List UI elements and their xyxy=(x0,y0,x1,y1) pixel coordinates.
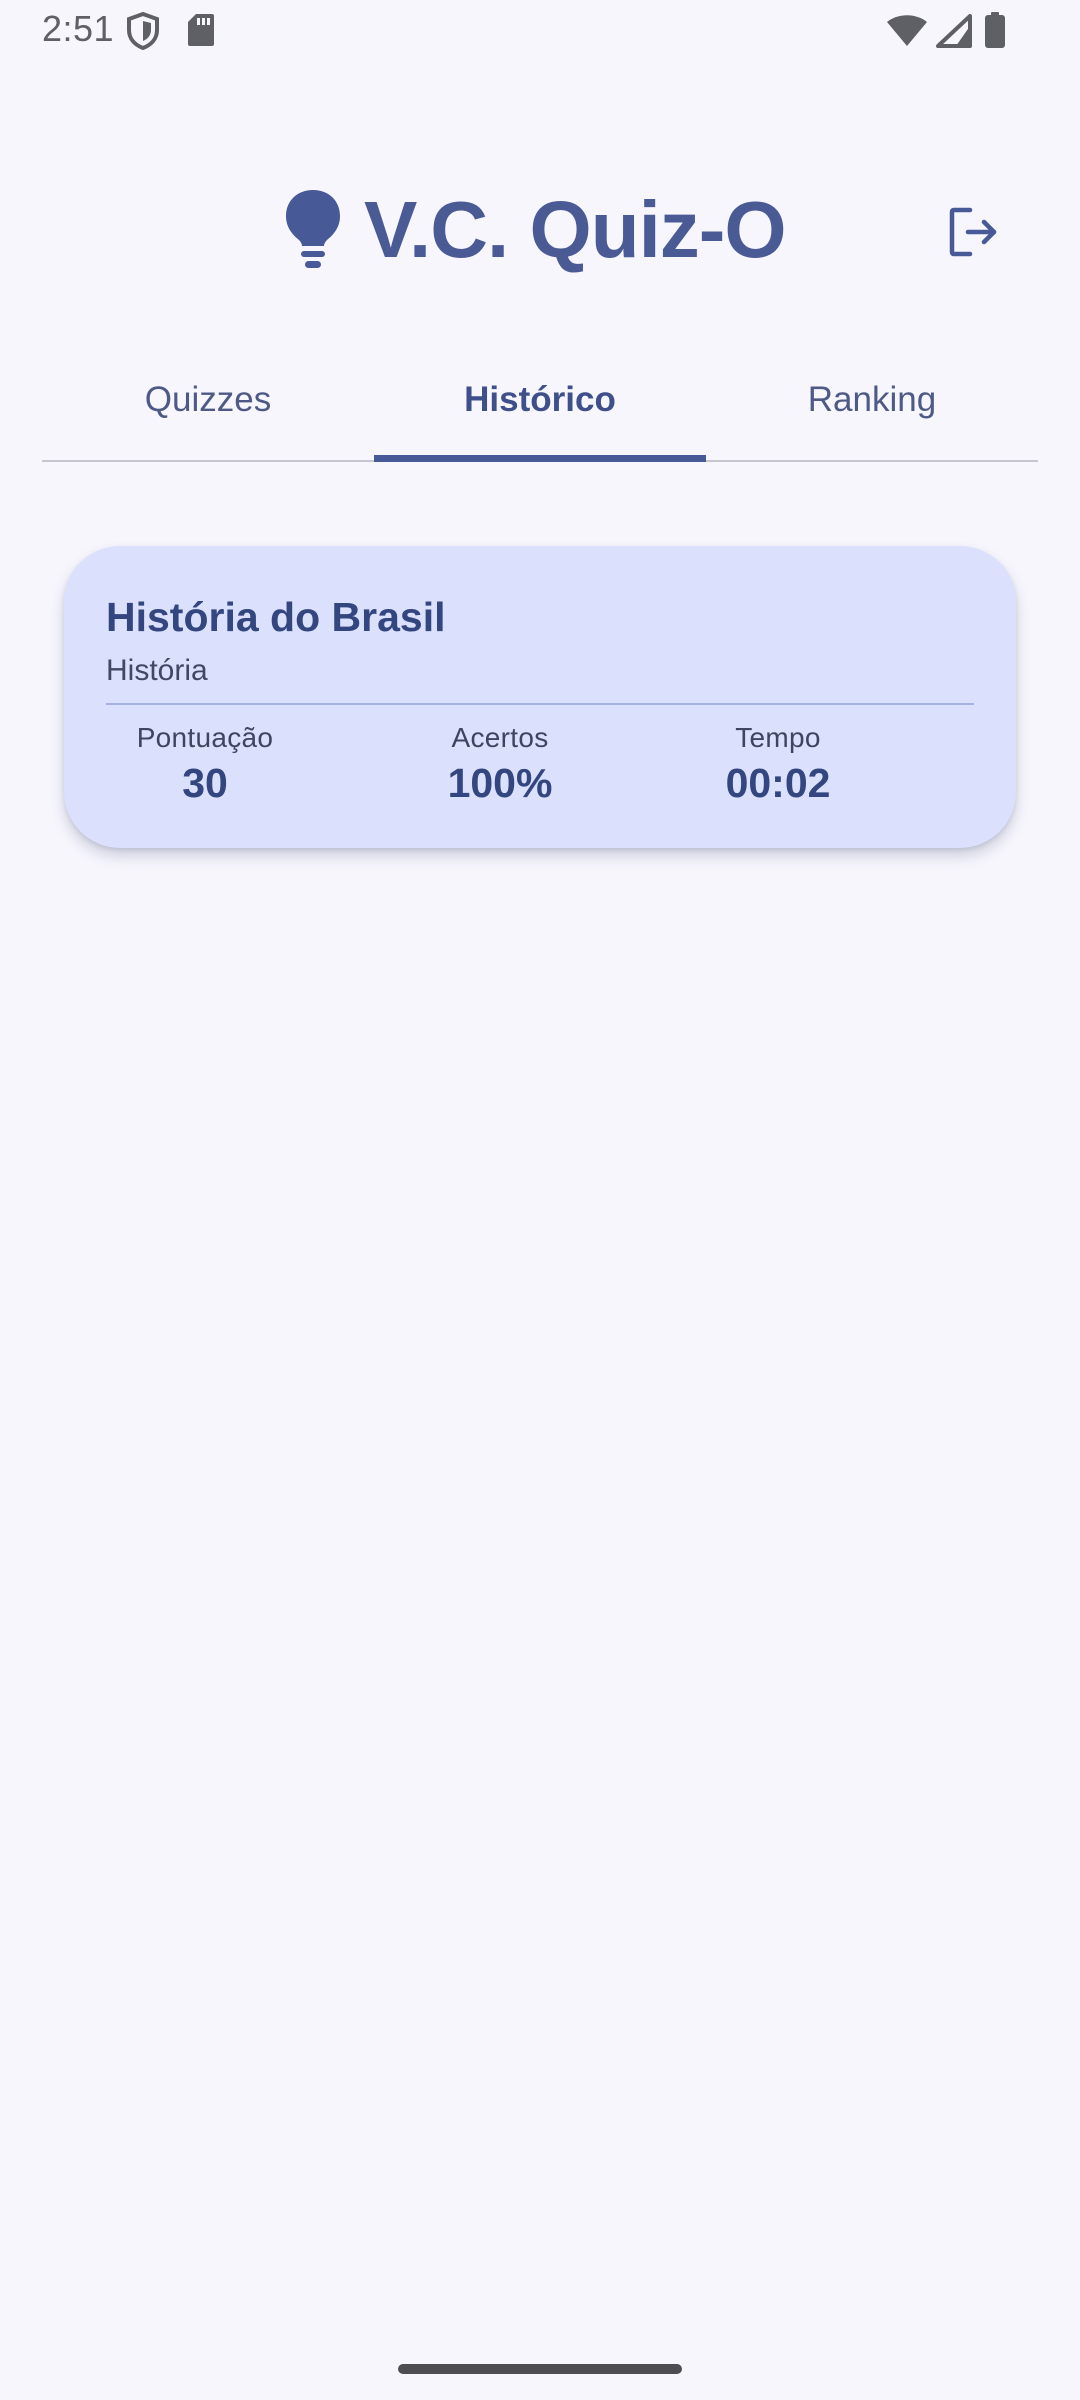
stat-time-value: 00:02 xyxy=(725,760,831,806)
app-title: V.C. Quiz-O xyxy=(364,185,787,274)
tab-ranking[interactable]: Ranking xyxy=(706,344,1038,460)
sdcard-icon xyxy=(186,12,216,53)
app-header: V.C. Quiz-O xyxy=(0,180,1080,280)
stat-correct-label: Acertos xyxy=(451,722,549,753)
quiz-title: História do Brasil xyxy=(106,594,446,640)
card-divider xyxy=(106,703,974,705)
stat-time-label: Tempo xyxy=(735,722,821,753)
logout-icon xyxy=(949,207,997,257)
quiz-category: História xyxy=(106,654,208,687)
wifi-icon xyxy=(886,14,928,53)
stat-score-value: 30 xyxy=(182,760,228,806)
logout-button[interactable] xyxy=(944,202,1004,262)
status-bar: 2:51 xyxy=(0,0,1080,62)
stat-score-label: Pontuação xyxy=(136,722,274,753)
tab-bar: Quizzes Histórico Ranking xyxy=(42,344,1038,462)
shield-icon xyxy=(126,11,160,55)
tab-historico[interactable]: Histórico xyxy=(374,344,706,462)
tab-quizzes[interactable]: Quizzes xyxy=(42,344,374,460)
stat-score: Pontuação 30 xyxy=(85,722,325,807)
battery-icon xyxy=(984,12,1006,53)
brand: V.C. Quiz-O xyxy=(282,180,787,280)
status-time: 2:51 xyxy=(42,8,115,49)
history-card[interactable]: História do Brasil História Pontuação 30… xyxy=(64,546,1016,848)
stat-correct: Acertos 100% xyxy=(380,722,620,807)
signal-icon xyxy=(936,14,972,53)
stat-correct-value: 100% xyxy=(447,760,553,806)
lightbulb-icon xyxy=(282,188,344,272)
gesture-bar[interactable] xyxy=(398,2364,682,2374)
stat-time: Tempo 00:02 xyxy=(658,722,898,807)
